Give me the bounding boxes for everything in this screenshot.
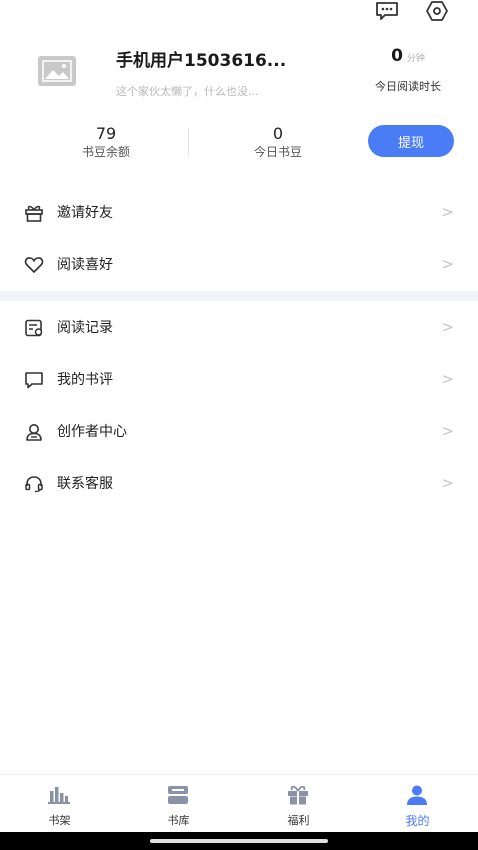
username[interactable]: 手机用户1503616...	[116, 46, 286, 71]
bottom-tab-bar: 书架 书库 福利 我的	[0, 774, 478, 832]
menu-item-label: 阅读喜好	[57, 257, 113, 273]
beans-balance[interactable]: 79 书豆余额	[56, 124, 156, 160]
menu-item-label: 创作者中心	[57, 424, 127, 440]
section-divider	[0, 291, 478, 301]
history-icon	[24, 318, 44, 338]
beans-label: 书豆余额	[81, 145, 130, 159]
menu-item-label: 邀请好友	[57, 205, 113, 221]
today-beans[interactable]: 0 今日书豆	[228, 124, 328, 160]
menu-item-label: 阅读记录	[57, 320, 113, 336]
chevron-right-icon: >	[441, 370, 454, 388]
menu-item-invite-friends[interactable]: 邀请好友 >	[0, 186, 478, 238]
menu-item-my-reviews[interactable]: 我的书评 >	[0, 353, 478, 405]
creator-icon	[24, 422, 44, 442]
gift-icon	[24, 203, 44, 223]
menu-item-label: 我的书评	[57, 372, 113, 388]
today-beans-label: 今日书豆	[253, 145, 302, 159]
menu-group-2: 阅读记录 > 我的书评 > 创作者中心 > 联系客服 >	[0, 301, 478, 509]
system-nav-bar	[0, 832, 478, 850]
menu-item-reading-preference[interactable]: 阅读喜好 >	[0, 238, 478, 290]
gift-box-icon	[285, 783, 311, 807]
menu-group-1: 邀请好友 > 阅读喜好 >	[0, 186, 478, 290]
read-time-label: 今日阅读时长	[375, 80, 441, 93]
headset-icon	[24, 474, 44, 494]
header-actions	[374, 0, 450, 22]
menu-item-label: 联系客服	[57, 476, 113, 492]
avatar[interactable]	[38, 56, 76, 86]
menu-item-customer-service[interactable]: 联系客服 >	[0, 457, 478, 509]
beans-value: 79	[95, 124, 117, 143]
heart-icon	[24, 255, 44, 275]
chevron-right-icon: >	[441, 255, 454, 273]
signature: 这个家伙太懒了，什么也没...	[116, 85, 259, 98]
chevron-right-icon: >	[441, 474, 454, 492]
tab-mine[interactable]: 我的	[358, 775, 477, 833]
tab-bookshelf[interactable]: 书架	[0, 775, 119, 833]
menu-item-creator-center[interactable]: 创作者中心 >	[0, 405, 478, 457]
tab-welfare[interactable]: 福利	[239, 775, 358, 833]
today-beans-value: 0	[272, 124, 284, 143]
today-read-time: 0 分钟 今日阅读时长	[368, 46, 448, 94]
tab-label: 书库	[167, 814, 190, 827]
stats-divider	[188, 128, 189, 156]
user-icon	[404, 783, 430, 807]
tab-library[interactable]: 书库	[119, 775, 238, 833]
home-indicator[interactable]	[150, 839, 328, 843]
library-icon	[165, 783, 191, 807]
comment-icon	[24, 370, 44, 390]
tab-label: 福利	[287, 814, 310, 827]
tab-label: 书架	[48, 814, 71, 827]
settings-icon[interactable]	[424, 0, 450, 22]
profile-section[interactable]: 手机用户1503616... 这个家伙太懒了，什么也没... 0 分钟 今日阅读时…	[0, 40, 478, 110]
stats-row: 79 书豆余额 0 今日书豆 提现	[0, 124, 478, 160]
image-placeholder-icon	[42, 60, 72, 82]
message-icon[interactable]	[374, 0, 400, 22]
bookshelf-icon	[46, 783, 72, 807]
read-time-value: 0	[391, 46, 403, 66]
chevron-right-icon: >	[441, 203, 454, 221]
withdraw-button[interactable]: 提现	[368, 125, 454, 157]
read-time-unit: 分钟	[406, 54, 425, 64]
menu-item-reading-history[interactable]: 阅读记录 >	[0, 301, 478, 353]
tab-label: 我的	[405, 814, 430, 828]
chevron-right-icon: >	[441, 422, 454, 440]
chevron-right-icon: >	[441, 318, 454, 336]
